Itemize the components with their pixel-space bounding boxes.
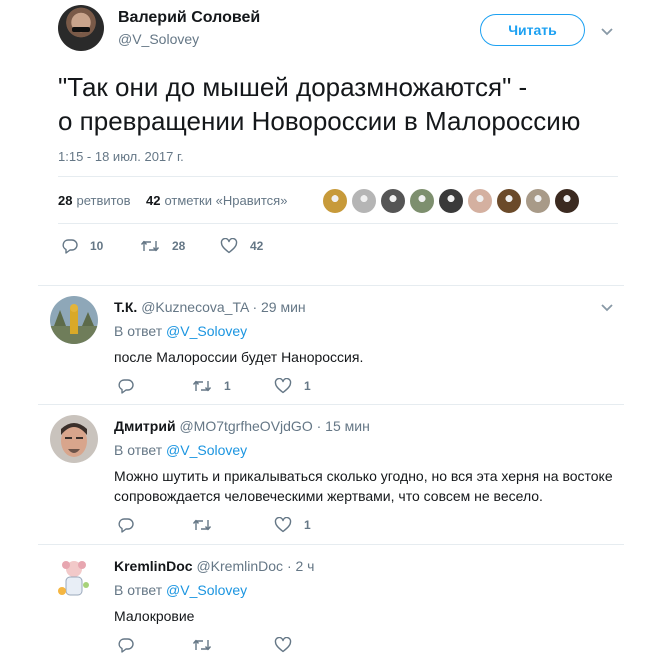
- retweets-count: 28: [58, 193, 73, 208]
- reply-text: после Малороссии будет Нанороссия.: [114, 349, 364, 365]
- reply-to-handle-link[interactable]: @V_Solovey: [166, 442, 247, 458]
- like-count: 1: [304, 379, 311, 393]
- reply-actions: 1 1: [118, 378, 418, 398]
- reply-author-handle[interactable]: @Kuznecova_TA: [141, 299, 248, 315]
- reply-to-prefix: В ответ: [114, 442, 163, 458]
- reply-icon: [118, 379, 134, 394]
- reply-to-prefix: В ответ: [114, 582, 163, 598]
- retweet-icon: [192, 380, 212, 392]
- tweet-timestamp[interactable]: 1:15 - 18 июл. 2017 г.: [58, 149, 184, 164]
- reply-tweet[interactable]: Т.К. @Kuznecova_TA · 29 мин В ответ @V_S…: [38, 285, 624, 404]
- retweet-count: 28: [172, 239, 186, 253]
- heart-icon: [220, 238, 238, 254]
- reply-text: Можно шутить и прикалываться сколько уго…: [114, 468, 613, 504]
- reply-actions: 1: [118, 517, 418, 537]
- liker-avatar[interactable]: [467, 188, 493, 214]
- liker-avatar[interactable]: [322, 188, 348, 214]
- reply-author-name[interactable]: Т.К.: [114, 299, 137, 315]
- retweet-action[interactable]: 1: [192, 378, 231, 394]
- liker-avatar[interactable]: [496, 188, 522, 214]
- reply-header: Дмитрий @MO7tgrfheOVjdGO · 15 мин: [114, 418, 370, 434]
- reply-action[interactable]: 10: [62, 238, 103, 254]
- reply-author-handle[interactable]: @MO7tgrfheOVjdGO: [179, 418, 312, 434]
- author-name[interactable]: Валерий Соловей: [118, 9, 260, 27]
- reply-action[interactable]: [118, 378, 146, 394]
- reply-to-line: В ответ @V_Solovey: [114, 582, 247, 598]
- reply-to-handle-link[interactable]: @V_Solovey: [166, 323, 247, 339]
- retweets-stat[interactable]: 28 ретвитов: [58, 193, 131, 208]
- reply-time[interactable]: · 29 мин: [252, 299, 305, 315]
- tweet-text-line-1: "Так они до мышей доразмножаются" -: [58, 72, 528, 102]
- heart-icon: [274, 517, 292, 533]
- reply-action[interactable]: [118, 637, 146, 653]
- reply-to-prefix: В ответ: [114, 323, 163, 339]
- retweets-label: ретвитов: [76, 193, 131, 208]
- likes-label: отметки «Нравится»: [164, 193, 288, 208]
- liker-avatar[interactable]: [438, 188, 464, 214]
- follow-button[interactable]: Читать: [480, 14, 585, 46]
- tweet-text-line-2: о превращении Новороссии в Малороссию: [58, 106, 581, 136]
- reply-to-handle-link[interactable]: @V_Solovey: [166, 582, 247, 598]
- reply-header: Т.К. @Kuznecova_TA · 29 мин: [114, 299, 306, 315]
- like-action[interactable]: 1: [274, 378, 311, 394]
- reply-tweet[interactable]: KremlinDoc @KremlinDoc · 2 ч В ответ @V_…: [38, 544, 624, 662]
- reply-time[interactable]: · 2 ч: [287, 558, 315, 574]
- likes-stat[interactable]: 42 отметки «Нравится»: [146, 193, 287, 208]
- retweet-action[interactable]: [192, 517, 224, 533]
- reply-to-line: В ответ @V_Solovey: [114, 442, 247, 458]
- reply-text: Малокровие: [114, 608, 195, 624]
- reply-avatar[interactable]: [50, 555, 98, 603]
- liker-avatar[interactable]: [380, 188, 406, 214]
- reply-icon: [62, 239, 78, 254]
- tweet-stats: 28 ретвитов 42 отметки «Нравится»: [58, 176, 618, 224]
- reply-icon: [118, 518, 134, 533]
- reply-author-name[interactable]: KremlinDoc: [114, 558, 193, 574]
- reply-tweet[interactable]: Дмитрий @MO7tgrfheOVjdGO · 15 мин В отве…: [38, 404, 624, 544]
- like-count: 42: [250, 239, 264, 253]
- author-avatar[interactable]: [58, 5, 104, 51]
- author-handle[interactable]: @V_Solovey: [118, 31, 199, 47]
- main-tweet-actions: 10 28 42: [62, 238, 362, 258]
- chevron-down-icon[interactable]: [600, 303, 614, 313]
- reply-avatar[interactable]: [50, 296, 98, 344]
- heart-icon: [274, 378, 292, 394]
- reply-actions: [118, 637, 418, 657]
- retweet-icon: [192, 639, 212, 651]
- liker-avatar[interactable]: [409, 188, 435, 214]
- like-count: 1: [304, 518, 311, 532]
- reply-time[interactable]: · 15 мин: [317, 418, 370, 434]
- reply-action[interactable]: [118, 517, 146, 533]
- reply-avatar[interactable]: [50, 415, 98, 463]
- like-action[interactable]: 42: [220, 238, 263, 254]
- liker-avatar[interactable]: [554, 188, 580, 214]
- reply-author-name[interactable]: Дмитрий: [114, 418, 176, 434]
- main-tweet: Валерий Соловей @V_Solovey Читать "Так о…: [0, 0, 650, 282]
- reply-count: 10: [90, 239, 104, 253]
- retweet-action[interactable]: [192, 637, 224, 653]
- reply-author-handle[interactable]: @KremlinDoc: [196, 558, 283, 574]
- reply-to-line: В ответ @V_Solovey: [114, 323, 247, 339]
- like-action[interactable]: [274, 637, 304, 653]
- reply-icon: [118, 638, 134, 653]
- liker-avatar[interactable]: [525, 188, 551, 214]
- retweet-action[interactable]: 28: [140, 238, 185, 254]
- retweet-icon: [192, 519, 212, 531]
- retweet-count: 1: [224, 379, 231, 393]
- chevron-down-icon[interactable]: [600, 27, 614, 37]
- tweet-text: "Так они до мышей доразмножаются" - о пр…: [58, 70, 638, 138]
- likes-count: 42: [146, 193, 161, 208]
- reply-header: KremlinDoc @KremlinDoc · 2 ч: [114, 558, 314, 574]
- retweet-icon: [140, 240, 160, 252]
- heart-icon: [274, 637, 292, 653]
- liker-avatar[interactable]: [351, 188, 377, 214]
- like-action[interactable]: 1: [274, 517, 311, 533]
